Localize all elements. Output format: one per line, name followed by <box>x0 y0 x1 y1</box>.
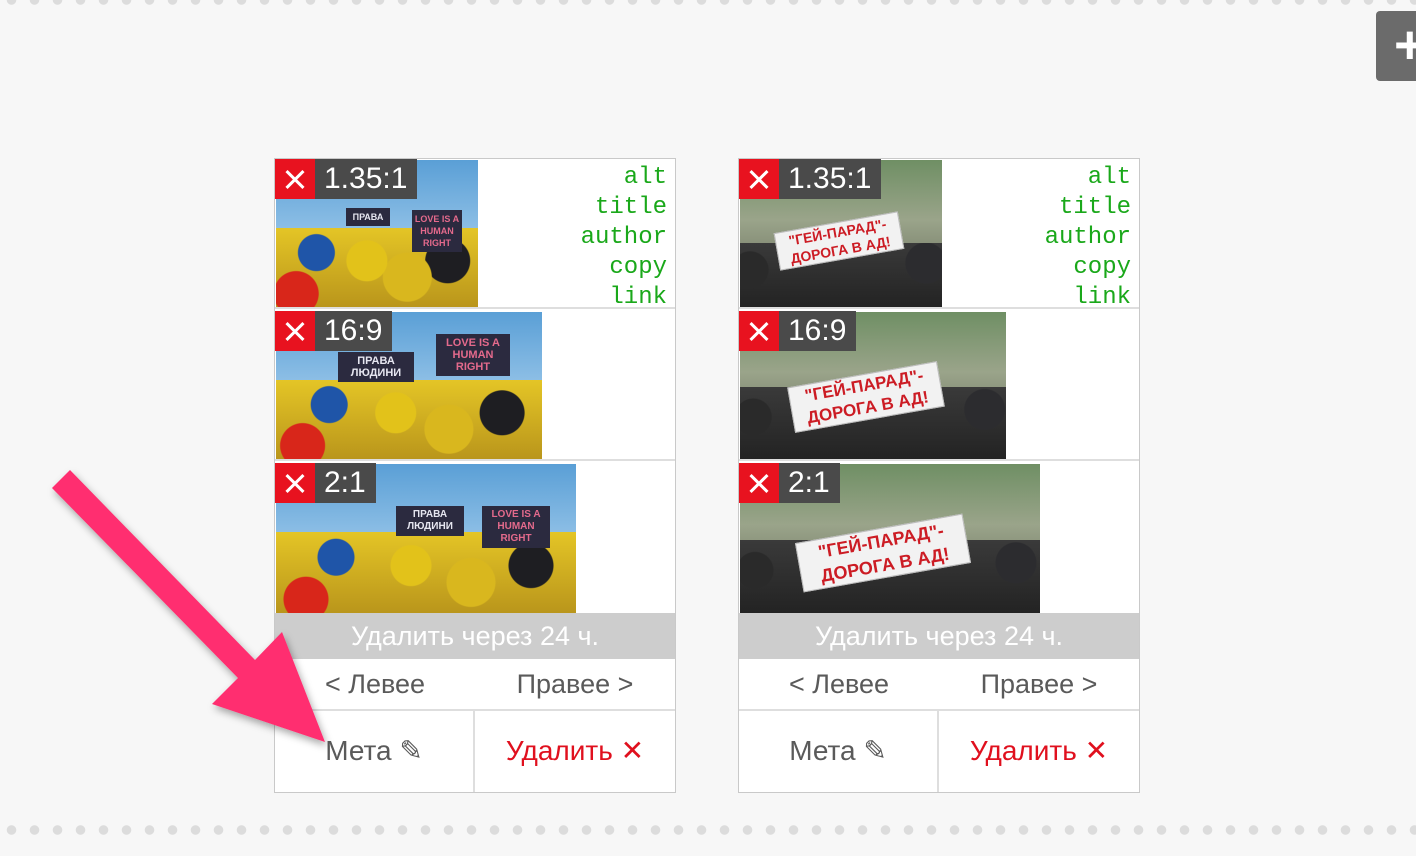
crop-badge: 1.35:1 <box>739 159 882 199</box>
crop-ratio-label: 2:1 <box>315 463 376 503</box>
close-icon[interactable] <box>739 159 779 199</box>
close-icon[interactable] <box>739 463 779 503</box>
crop-ratio-label: 1.35:1 <box>315 159 418 199</box>
crop-badge: 2:1 <box>739 463 840 503</box>
close-icon[interactable] <box>275 311 315 351</box>
crop-ratio-label: 16:9 <box>779 311 857 351</box>
crop-badge: 16:9 <box>275 311 393 351</box>
crop-ratio-label: 16:9 <box>315 311 393 351</box>
crop-badge: 1.35:1 <box>275 159 418 199</box>
close-icon[interactable] <box>275 159 315 199</box>
crop-ratio-label: 1.35:1 <box>779 159 882 199</box>
annotation-arrow <box>52 470 325 742</box>
close-icon[interactable] <box>739 311 779 351</box>
crop-badge: 2:1 <box>275 463 376 503</box>
crop-ratio-label: 2:1 <box>779 463 840 503</box>
close-icon[interactable] <box>275 463 315 503</box>
crop-badge: 16:9 <box>739 311 857 351</box>
